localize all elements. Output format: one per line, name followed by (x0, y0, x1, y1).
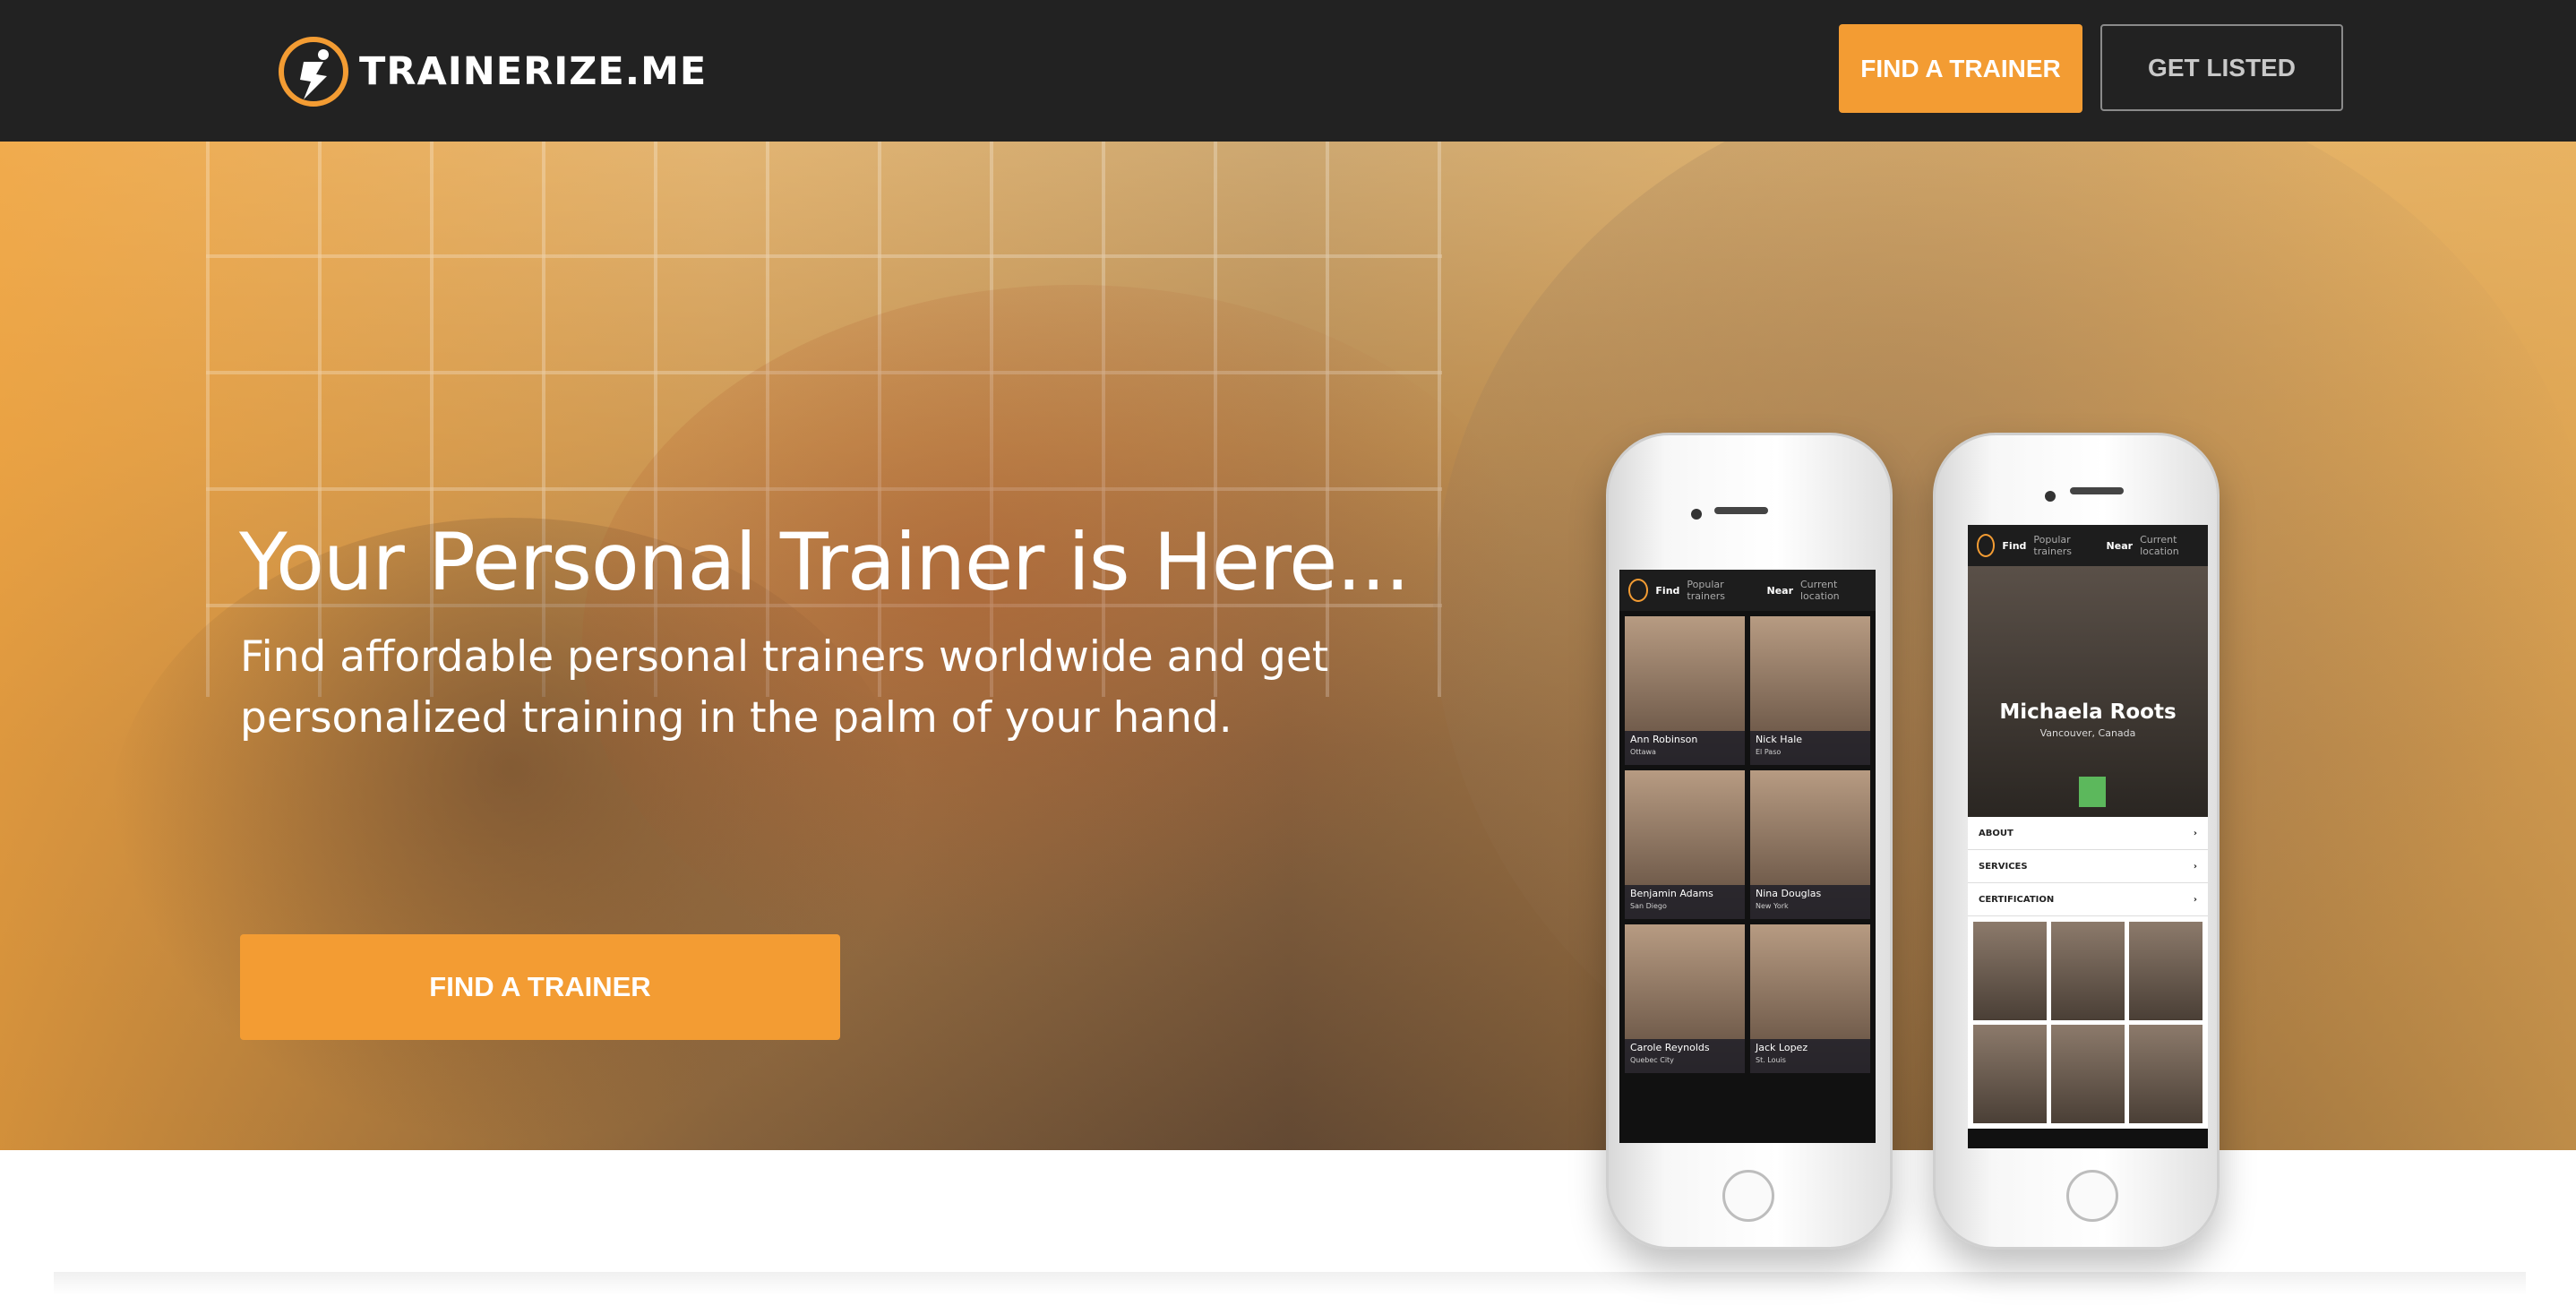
gallery-photo[interactable] (2051, 1025, 2125, 1123)
phone-screen: Find Popular trainers Near Current locat… (1968, 525, 2208, 1148)
trainer-card[interactable]: Ann Robinson Ottawa (1625, 616, 1745, 765)
photo-gallery (1968, 916, 2208, 1129)
find-trainer-hero-button[interactable]: FIND A TRAINER (240, 934, 840, 1040)
app-top-bar: Find Popular trainers Near Current locat… (1968, 525, 2208, 566)
find-label: Find (2002, 539, 2027, 552)
app-logo-icon (1977, 534, 1996, 557)
get-listed-button[interactable]: GET LISTED (2100, 24, 2343, 111)
app-logo-icon (1628, 579, 1649, 602)
gallery-photo[interactable] (1973, 922, 2047, 1020)
section-shadow (54, 1272, 2526, 1295)
gallery-photo[interactable] (2129, 922, 2202, 1020)
menu-item-services[interactable]: SERVICES › (1968, 850, 2208, 883)
phone-mockup-trainer-list: Find Popular trainers Near Current locat… (1606, 433, 1893, 1250)
chevron-right-icon: › (2193, 861, 2197, 872)
trainer-card[interactable]: Jack Lopez St. Louis (1750, 924, 1870, 1073)
profile-menu: ABOUT › SERVICES › CERTIFICATION › (1968, 817, 2208, 916)
trainer-profile-header: Michaela Roots Vancouver, Canada (1968, 566, 2208, 817)
trainer-grid: Ann Robinson Ottawa Nick Hale El Paso Benj… (1619, 611, 1876, 1078)
menu-item-certification[interactable]: CERTIFICATION › (1968, 883, 2208, 916)
brand-name: TRAINERIZE.ME (359, 49, 708, 94)
speaker-grille (2070, 487, 2124, 494)
hero-headline: Your Personal Trainer is Here... (239, 516, 1410, 608)
near-hint: Current location (2140, 534, 2179, 557)
trainer-card[interactable]: Benjamin Adams San Diego (1625, 770, 1745, 919)
top-navigation-bar: TRAINERIZE.ME FIND A TRAINER GET LISTED (0, 0, 2576, 142)
near-label: Near (1766, 584, 1793, 597)
chevron-right-icon: › (2193, 894, 2197, 905)
find-label: Find (1655, 584, 1680, 597)
trainer-card[interactable]: Nick Hale El Paso (1750, 616, 1870, 765)
speaker-grille (1714, 507, 1768, 514)
trainer-profile-location: Vancouver, Canada (2039, 727, 2136, 739)
menu-item-about[interactable]: ABOUT › (1968, 817, 2208, 850)
front-camera (1691, 509, 1702, 520)
phone-mockup-trainer-profile: Find Popular trainers Near Current locat… (1933, 433, 2220, 1250)
trainer-card[interactable]: Carole Reynolds Quebec City (1625, 924, 1745, 1073)
message-send-icon[interactable] (2079, 777, 2106, 807)
hero-subheadline: Find affordable personal trainers worldw… (240, 632, 1329, 743)
find-hint: Popular trainers (1687, 579, 1726, 602)
home-button (1722, 1170, 1774, 1222)
near-label: Near (2106, 539, 2134, 552)
front-camera (2045, 491, 2056, 502)
chevron-right-icon: › (2193, 828, 2197, 838)
brand-logo[interactable]: TRAINERIZE.ME (277, 34, 707, 109)
phone-screen: Find Popular trainers Near Current locat… (1619, 570, 1876, 1143)
trainer-profile-name: Michaela Roots (1999, 700, 2177, 724)
gallery-photo[interactable] (2051, 922, 2125, 1020)
lightning-runner-logo-icon (279, 37, 348, 107)
gallery-photo[interactable] (2129, 1025, 2202, 1123)
find-hint: Popular trainers (2033, 534, 2073, 557)
gallery-photo[interactable] (1973, 1025, 2047, 1123)
home-button (2066, 1170, 2118, 1222)
find-trainer-nav-button[interactable]: FIND A TRAINER (1839, 24, 2082, 113)
trainer-card[interactable]: Nina Douglas New York (1750, 770, 1870, 919)
app-top-bar: Find Popular trainers Near Current locat… (1619, 570, 1876, 611)
near-hint: Current location (1800, 579, 1840, 602)
